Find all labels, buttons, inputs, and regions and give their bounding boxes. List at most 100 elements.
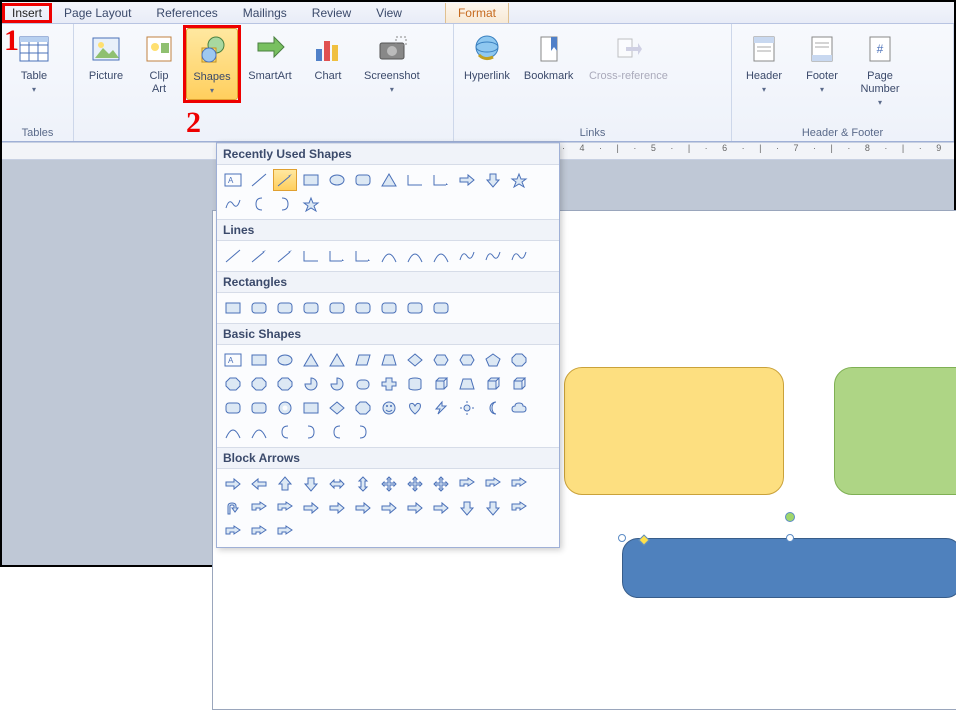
shape-arrLR[interactable] xyxy=(325,473,349,495)
shape-cube[interactable] xyxy=(429,373,453,395)
shape-oct[interactable] xyxy=(507,349,531,371)
shape-brace[interactable] xyxy=(273,421,297,443)
shape-arr4[interactable] xyxy=(377,473,401,495)
shape-brace2[interactable] xyxy=(351,421,375,443)
shape-rect[interactable] xyxy=(299,397,323,419)
shape-free[interactable] xyxy=(221,193,245,215)
page-number-button[interactable]: # Page Number xyxy=(854,28,906,111)
shape-bent[interactable] xyxy=(247,497,271,519)
shape-trap[interactable] xyxy=(455,373,479,395)
shape-bent[interactable] xyxy=(507,497,531,519)
shape-elbowA[interactable] xyxy=(351,245,375,267)
tab-references[interactable]: References xyxy=(144,3,230,23)
shape-sun[interactable] xyxy=(455,397,479,419)
shape-pent[interactable] xyxy=(481,349,505,371)
tab-view[interactable]: View xyxy=(364,3,415,23)
shape-curve[interactable] xyxy=(403,245,427,267)
picture-button[interactable]: Picture xyxy=(80,28,132,85)
shape-tri[interactable] xyxy=(377,169,401,191)
tab-review[interactable]: Review xyxy=(300,3,364,23)
shape-star[interactable] xyxy=(507,169,531,191)
shape-donut[interactable] xyxy=(273,397,297,419)
shape-cube[interactable] xyxy=(481,373,505,395)
smartart-button[interactable]: SmartArt xyxy=(244,28,296,85)
selection-handle[interactable] xyxy=(786,534,794,542)
shape-pie[interactable] xyxy=(299,373,323,395)
shape-arrD[interactable] xyxy=(455,497,479,519)
shape-curve[interactable] xyxy=(429,245,453,267)
shape-heart[interactable] xyxy=(403,397,427,419)
shape-arr4[interactable] xyxy=(403,473,427,495)
shape-bent[interactable] xyxy=(481,473,505,495)
shape-brace[interactable] xyxy=(247,193,271,215)
shape-curve[interactable] xyxy=(247,421,271,443)
shape-rrect[interactable] xyxy=(325,297,349,319)
shape-rrect[interactable] xyxy=(351,169,375,191)
shape-rrect[interactable] xyxy=(429,297,453,319)
shape-free[interactable] xyxy=(455,245,479,267)
shape-arrUD[interactable] xyxy=(351,473,375,495)
shape-cyl[interactable] xyxy=(403,373,427,395)
hyperlink-button[interactable]: Hyperlink xyxy=(460,28,514,85)
tab-page-layout[interactable]: Page Layout xyxy=(52,3,144,23)
shape-rrect[interactable] xyxy=(221,397,245,419)
shape-bent[interactable] xyxy=(273,521,297,543)
screenshot-button[interactable]: Screenshot xyxy=(360,28,424,98)
shape-brace2[interactable] xyxy=(299,421,323,443)
shape-oval[interactable] xyxy=(273,349,297,371)
shape-arrR[interactable] xyxy=(377,497,401,519)
shape-textbox[interactable]: A xyxy=(221,169,245,191)
shape-bent[interactable] xyxy=(507,473,531,495)
shape-rrect[interactable] xyxy=(351,297,375,319)
rounded-rect-green[interactable] xyxy=(834,367,956,495)
shape-rrect[interactable] xyxy=(377,297,401,319)
tab-mailings[interactable]: Mailings xyxy=(231,3,300,23)
shape-free[interactable] xyxy=(507,245,531,267)
shape-pie[interactable] xyxy=(325,373,349,395)
bookmark-button[interactable]: Bookmark xyxy=(520,28,578,85)
shape-elbow[interactable] xyxy=(403,169,427,191)
shape-cube[interactable] xyxy=(507,373,531,395)
shape-lineA[interactable] xyxy=(273,169,297,191)
shape-rect[interactable] xyxy=(221,297,245,319)
selection-handle[interactable] xyxy=(618,534,626,542)
shape-cloud[interactable] xyxy=(507,397,531,419)
shape-textbox[interactable]: A xyxy=(221,349,245,371)
shape-moon[interactable] xyxy=(481,397,505,419)
shape-arrR[interactable] xyxy=(403,497,427,519)
shape-line[interactable] xyxy=(221,245,245,267)
shape-oct[interactable] xyxy=(273,373,297,395)
header-button[interactable]: Header xyxy=(738,28,790,98)
shape-hex[interactable] xyxy=(429,349,453,371)
shape-hex[interactable] xyxy=(455,349,479,371)
crossref-button[interactable]: Cross-reference xyxy=(583,28,673,85)
shape-bent[interactable] xyxy=(247,521,271,543)
shape-arrL[interactable] xyxy=(247,473,271,495)
shape-oct[interactable] xyxy=(247,373,271,395)
shape-line[interactable] xyxy=(247,169,271,191)
shape-para[interactable] xyxy=(351,349,375,371)
shape-bent[interactable] xyxy=(455,473,479,495)
shape-bolt[interactable] xyxy=(429,397,453,419)
shape-arrD[interactable] xyxy=(481,169,505,191)
footer-button[interactable]: Footer xyxy=(796,28,848,98)
shape-arrR[interactable] xyxy=(325,497,349,519)
shape-can[interactable] xyxy=(351,373,375,395)
shape-arrR[interactable] xyxy=(351,497,375,519)
shape-arrR[interactable] xyxy=(299,497,323,519)
shape-arrD[interactable] xyxy=(299,473,323,495)
rotation-handle[interactable] xyxy=(785,512,795,522)
tab-format[interactable]: Format xyxy=(445,3,509,23)
shape-arrU[interactable] xyxy=(273,473,297,495)
shape-rrect[interactable] xyxy=(247,397,271,419)
shape-brace2[interactable] xyxy=(273,193,297,215)
shape-free[interactable] xyxy=(481,245,505,267)
shape-bent[interactable] xyxy=(221,521,245,543)
shape-smile[interactable] xyxy=(377,397,401,419)
shape-bent[interactable] xyxy=(273,497,297,519)
shape-arrD[interactable] xyxy=(481,497,505,519)
shape-elbowA[interactable] xyxy=(325,245,349,267)
shape-trap[interactable] xyxy=(377,349,401,371)
shape-rrect[interactable] xyxy=(403,297,427,319)
rounded-rect-blue-selected[interactable] xyxy=(622,538,956,598)
